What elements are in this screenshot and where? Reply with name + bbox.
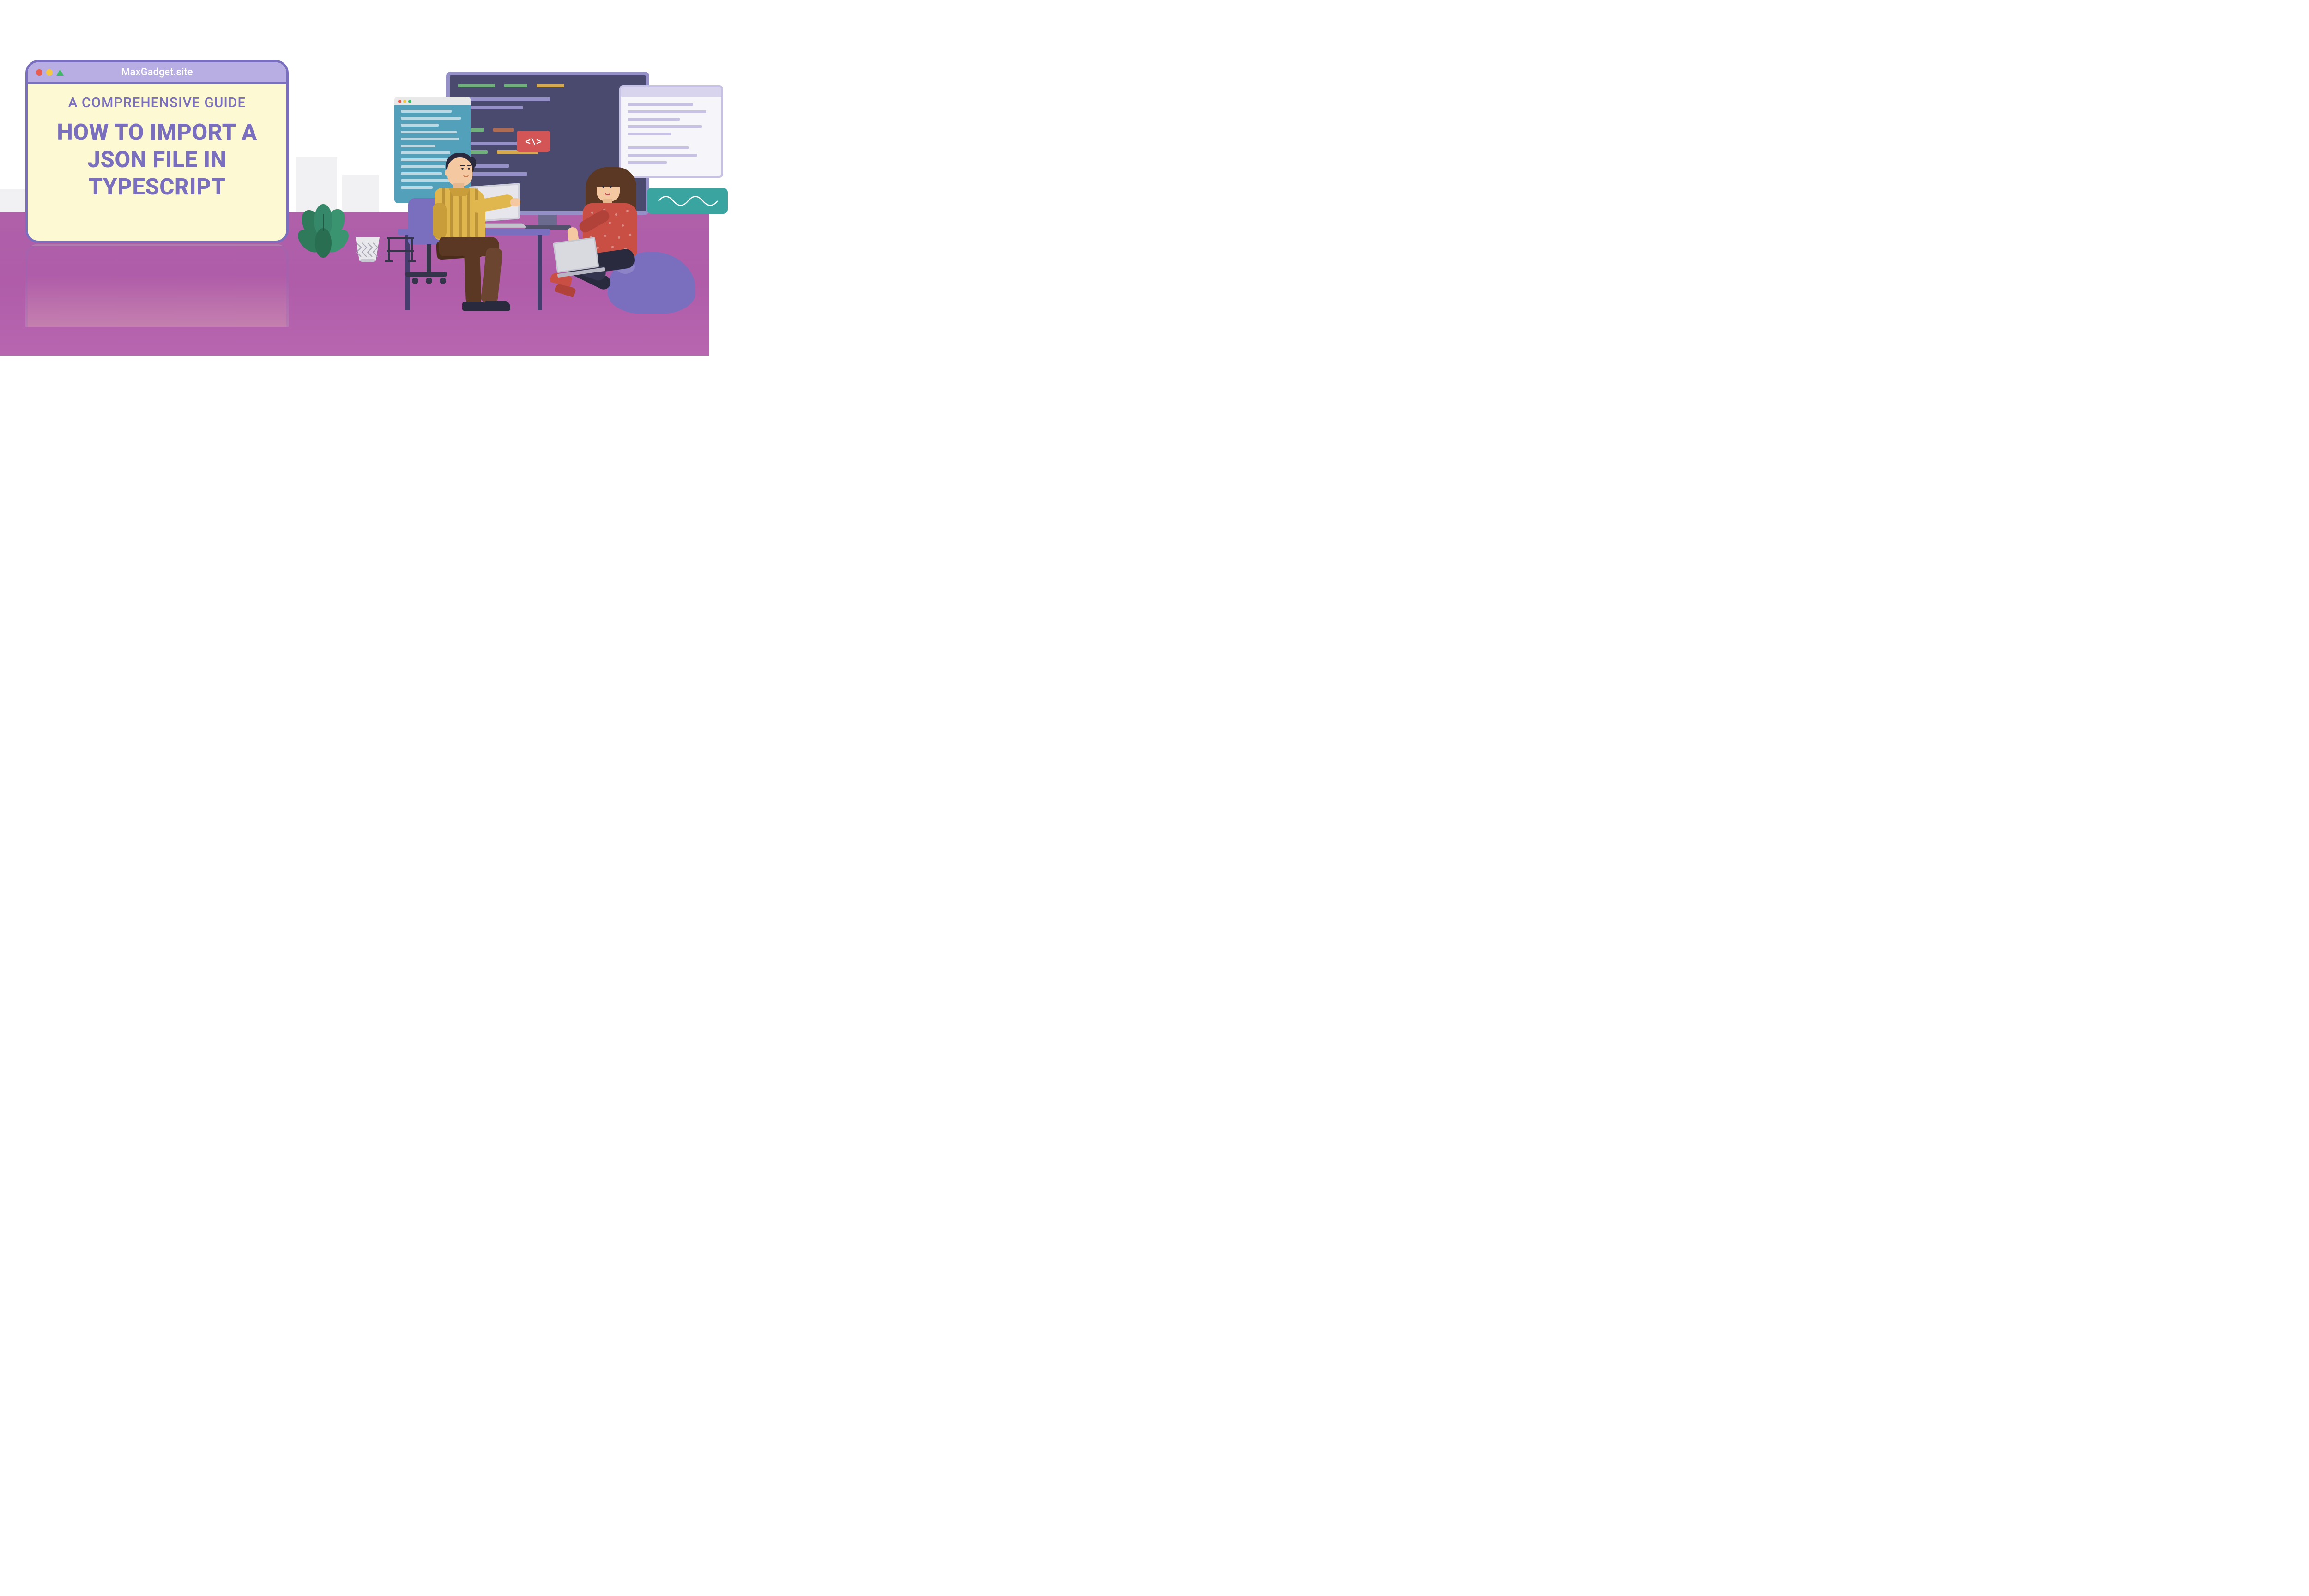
man-head <box>447 157 472 186</box>
woman-eyebrow <box>609 183 613 184</box>
title-card-reflection <box>25 244 289 327</box>
woman-hair-bangs <box>593 172 625 187</box>
man-legs <box>439 237 511 306</box>
man-developer-illustration <box>425 155 518 316</box>
code-tag-glyph: <\> <box>525 136 542 147</box>
man-eye <box>461 168 464 170</box>
traffic-light-green-triangle-icon <box>56 69 64 76</box>
site-name-label: MaxGadget.site <box>121 66 193 78</box>
title-card-window-chrome: MaxGadget.site <box>28 62 286 84</box>
traffic-light-yellow-icon <box>46 69 53 76</box>
woman-eye <box>610 186 612 188</box>
window-traffic-lights <box>36 69 64 76</box>
woman-eye <box>602 186 604 188</box>
plant-pot-icon <box>353 237 382 263</box>
article-main-title: HOW TO IMPORT A JSON FILE IN TYPESCRIPT <box>41 119 273 200</box>
desk-leg <box>538 234 542 310</box>
code-tag-badge-icon: <\> <box>517 131 550 152</box>
laptop-screen <box>553 237 599 273</box>
window-chrome-bar <box>394 97 471 105</box>
title-card-content: A COMPREHENSIVE GUIDE HOW TO IMPORT A JS… <box>28 84 286 212</box>
potted-plant-decoration <box>296 203 417 265</box>
man-arm <box>433 203 447 239</box>
laptop-on-lap <box>553 236 607 278</box>
small-code-window-right <box>619 85 723 178</box>
man-eye <box>468 168 470 170</box>
man-hand <box>510 198 520 206</box>
man-ear <box>445 169 449 176</box>
man-eyebrow <box>460 165 465 166</box>
plant-stand-icon <box>384 237 417 263</box>
window-chrome-bar <box>621 87 721 97</box>
article-subtitle: A COMPREHENSIVE GUIDE <box>41 95 273 111</box>
traffic-light-red-icon <box>36 69 42 76</box>
monitor-stand <box>538 215 557 226</box>
woman-eyebrow <box>601 183 605 184</box>
man-eyebrow <box>467 165 471 166</box>
title-card-window: MaxGadget.site A COMPREHENSIVE GUIDE HOW… <box>25 60 289 243</box>
woman-developer-illustration <box>563 171 670 314</box>
illustration-scene: <\> <box>354 67 709 307</box>
plant-leaves-icon <box>296 203 351 263</box>
